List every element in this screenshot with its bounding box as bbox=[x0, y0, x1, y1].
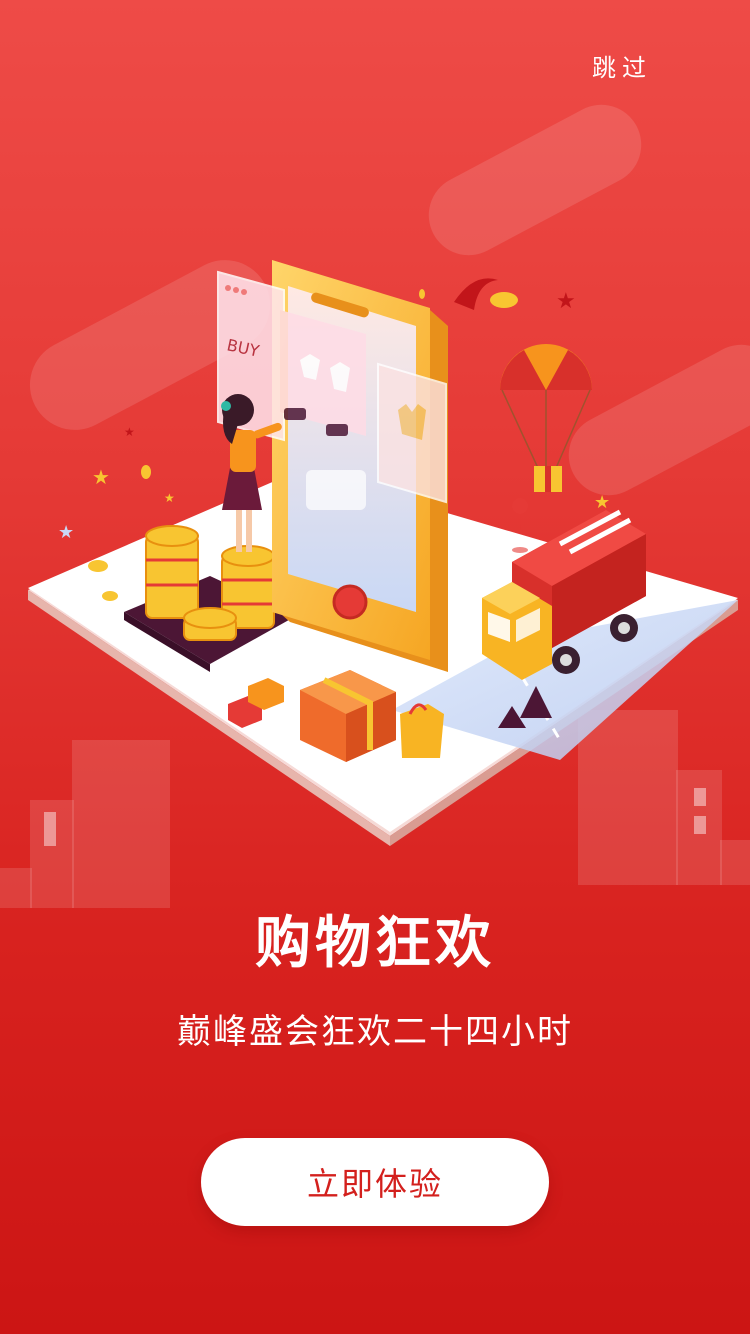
svg-text:★: ★ bbox=[124, 425, 135, 439]
parachute-gift-icon bbox=[500, 344, 592, 492]
page-subtitle: 巅峰盛会狂欢二十四小时 bbox=[177, 1012, 573, 1052]
product-card-icon bbox=[377, 362, 447, 504]
svg-text:★: ★ bbox=[556, 289, 576, 314]
shopping-bag-icon bbox=[400, 703, 444, 758]
hero-illustration: BUY ★ ★ ★ ★ ★ ★ bbox=[28, 260, 738, 846]
skip-button[interactable]: 跳过 bbox=[592, 48, 652, 83]
svg-text:★: ★ bbox=[58, 522, 74, 543]
svg-text:★: ★ bbox=[164, 491, 175, 505]
page-title: 购物狂欢 bbox=[255, 911, 495, 976]
svg-text:★: ★ bbox=[92, 465, 110, 489]
svg-text:★: ★ bbox=[594, 492, 610, 513]
try-now-button[interactable]: 立即体验 bbox=[201, 1138, 549, 1226]
